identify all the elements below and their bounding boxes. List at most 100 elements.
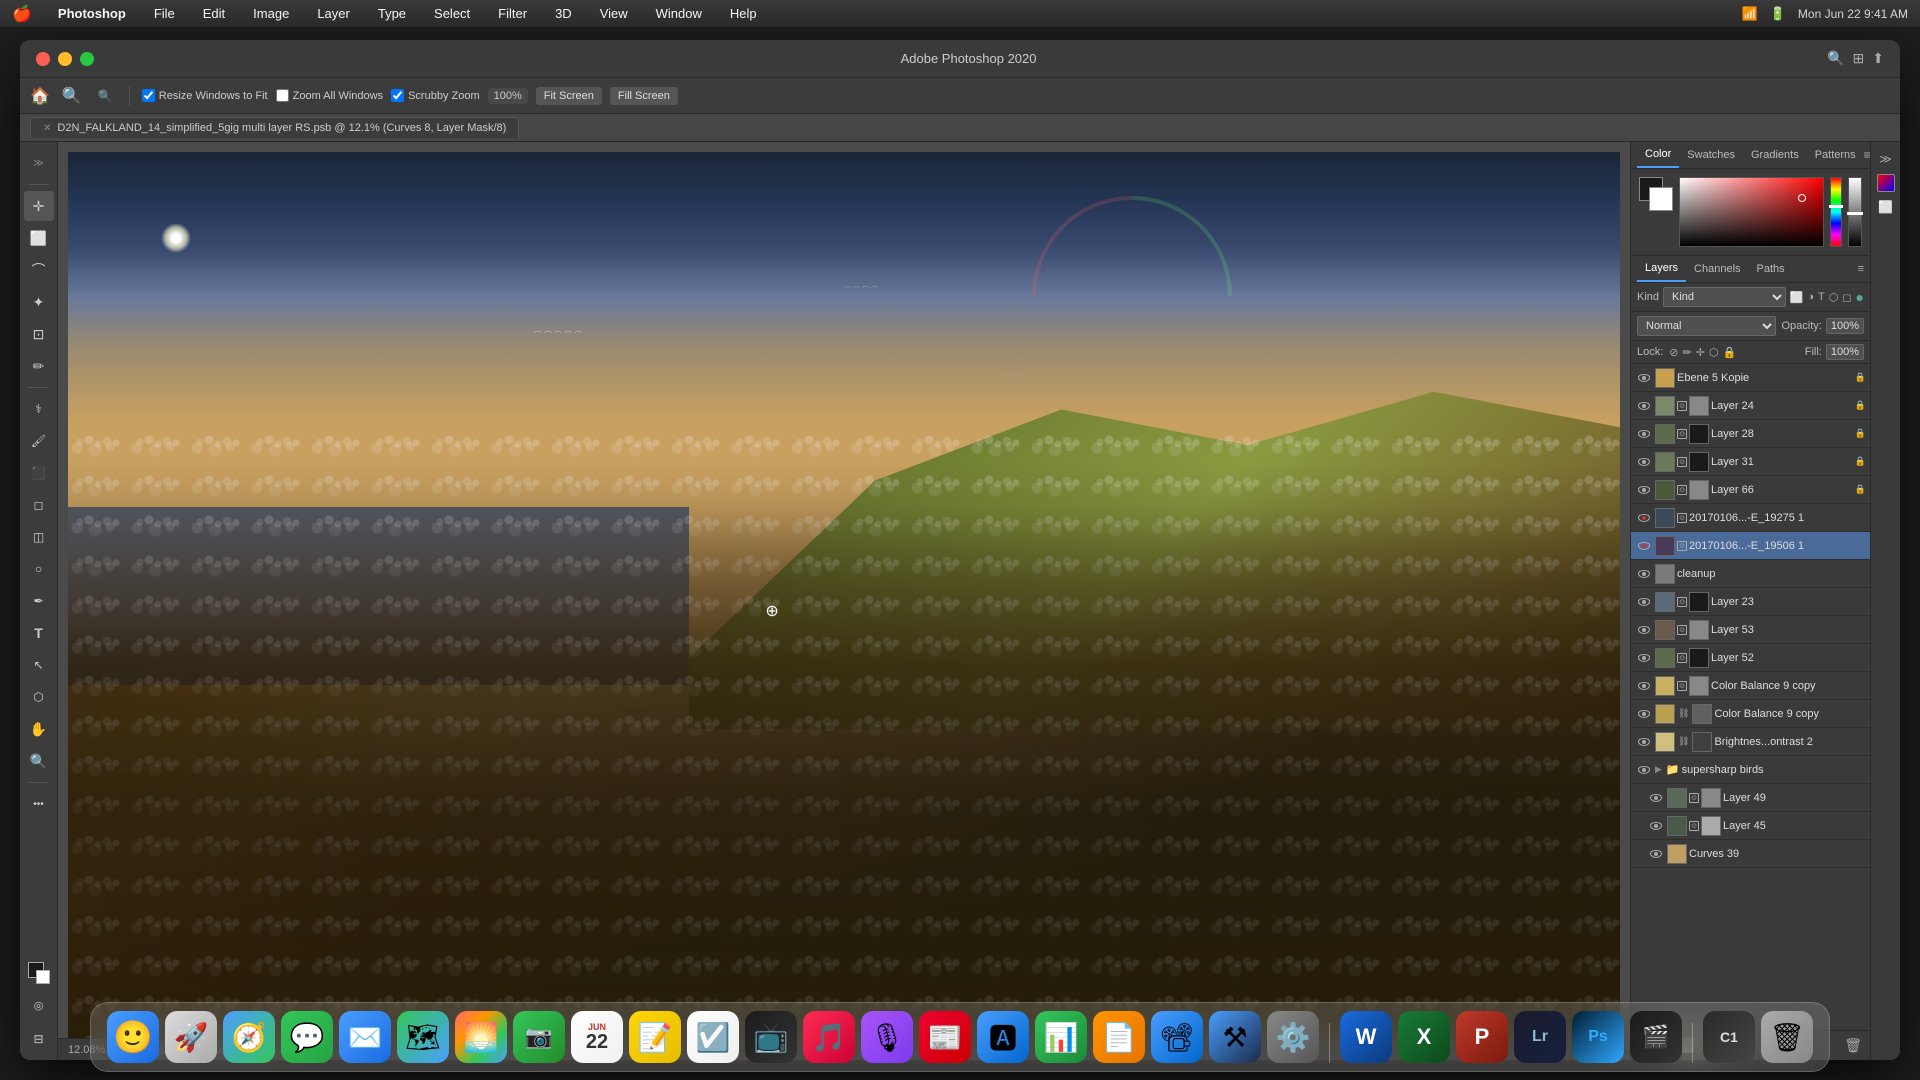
color-panel-icon[interactable] bbox=[1877, 174, 1895, 192]
menu-window[interactable]: Window bbox=[650, 6, 708, 21]
dock-podcasts[interactable]: 🎙 bbox=[861, 1011, 913, 1063]
hue-slider[interactable] bbox=[1830, 177, 1842, 247]
tool-eyedropper[interactable]: ✏ bbox=[24, 351, 54, 381]
tool-gradient[interactable]: ◫ bbox=[24, 522, 54, 552]
dock-reminders[interactable]: ☑️ bbox=[687, 1011, 739, 1063]
zoom-out-icon[interactable]: 🔍 bbox=[94, 87, 117, 105]
layer-item[interactable]: Ebene 5 Kopie 🔒 bbox=[1631, 364, 1870, 392]
layer-visibility-toggle[interactable] bbox=[1647, 845, 1665, 863]
filter-kind-select[interactable]: Kind bbox=[1663, 287, 1786, 307]
scrubby-zoom-checkbox[interactable] bbox=[391, 89, 404, 102]
dock-pages[interactable]: 📄 bbox=[1093, 1011, 1145, 1063]
opacity-value[interactable]: 100% bbox=[1826, 318, 1864, 334]
resize-windows-checkbox[interactable] bbox=[142, 89, 155, 102]
resize-windows-check[interactable]: Resize Windows to Fit bbox=[142, 89, 268, 102]
layer-visibility-toggle[interactable] bbox=[1647, 817, 1665, 835]
layer-item[interactable]: ⊙ Layer 24 🔒 bbox=[1631, 392, 1870, 420]
dock-xcode[interactable]: ⚒ bbox=[1209, 1011, 1261, 1063]
lock-paint-icon[interactable]: ✏ bbox=[1683, 346, 1692, 359]
dock-safari[interactable]: 🧭 bbox=[223, 1011, 275, 1063]
dock-word[interactable]: W bbox=[1340, 1011, 1392, 1063]
tool-crop[interactable]: ⊡ bbox=[24, 319, 54, 349]
dock-fcpx[interactable]: 🎬 bbox=[1630, 1011, 1682, 1063]
layer-visibility-toggle[interactable] bbox=[1635, 509, 1653, 527]
dock-lightroom[interactable]: Lr bbox=[1514, 1011, 1566, 1063]
menu-select[interactable]: Select bbox=[428, 6, 476, 21]
tab-patterns[interactable]: Patterns bbox=[1807, 143, 1864, 167]
dock-photoshop[interactable]: Ps bbox=[1572, 1011, 1624, 1063]
search-icon[interactable]: 🔍 bbox=[1827, 50, 1844, 67]
close-button[interactable] bbox=[36, 52, 50, 66]
layer-item[interactable]: ⊙ Layer 31 🔒 bbox=[1631, 448, 1870, 476]
layer-item[interactable]: ⊙ Color Balance 9 copy bbox=[1631, 672, 1870, 700]
lock-move-icon[interactable]: ✛ bbox=[1696, 346, 1705, 359]
menu-layer[interactable]: Layer bbox=[311, 6, 356, 21]
lock-transparent-icon[interactable]: ⊘ bbox=[1669, 346, 1678, 359]
view-icon[interactable]: ⊞ bbox=[1853, 50, 1865, 67]
layer-item[interactable]: ⊙ Layer 28 🔒 bbox=[1631, 420, 1870, 448]
menu-help[interactable]: Help bbox=[724, 6, 763, 21]
share-icon[interactable]: ⬆ bbox=[1872, 50, 1884, 67]
tool-collapse[interactable]: ≫ bbox=[24, 148, 54, 178]
layer-visibility-toggle[interactable] bbox=[1635, 733, 1653, 751]
color-picker-gradient[interactable] bbox=[1679, 177, 1824, 247]
dock-maps[interactable]: 🗺 bbox=[397, 1011, 449, 1063]
tab-color[interactable]: Color bbox=[1637, 142, 1679, 168]
dock-news[interactable]: 📰 bbox=[919, 1011, 971, 1063]
dock-keynote[interactable]: 📽 bbox=[1151, 1011, 1203, 1063]
tool-quick-mask[interactable]: ◎ bbox=[24, 990, 54, 1020]
dock-appstore[interactable]: 🅰 bbox=[977, 1011, 1029, 1063]
layer-visibility-toggle[interactable] bbox=[1635, 705, 1653, 723]
tool-eraser[interactable]: ◻ bbox=[24, 490, 54, 520]
document-tab-close-icon[interactable]: ✕ bbox=[43, 123, 51, 134]
layer-item[interactable]: ⊙ Layer 53 bbox=[1631, 616, 1870, 644]
fill-screen-button[interactable]: Fill Screen bbox=[610, 87, 678, 105]
apple-menu[interactable]: 🍎 bbox=[12, 4, 32, 24]
maximize-button[interactable] bbox=[80, 52, 94, 66]
layer-visibility-toggle[interactable] bbox=[1647, 789, 1665, 807]
tab-swatches[interactable]: Swatches bbox=[1679, 143, 1743, 167]
panel-toggle-icon[interactable]: ≫ bbox=[1875, 148, 1897, 170]
layer-visibility-toggle[interactable] bbox=[1635, 537, 1653, 555]
layer-visibility-toggle[interactable] bbox=[1635, 369, 1653, 387]
delete-layer-icon[interactable]: 🗑 bbox=[1844, 1037, 1862, 1054]
layer-item[interactable]: ⛓ Brightnes...ontrast 2 bbox=[1631, 728, 1870, 756]
menu-file[interactable]: File bbox=[148, 6, 181, 21]
dock-calendar[interactable]: JUN 22 bbox=[571, 1011, 623, 1063]
home-icon[interactable]: 🏠 bbox=[30, 86, 50, 106]
layer-visibility-toggle[interactable] bbox=[1635, 397, 1653, 415]
tab-layers[interactable]: Layers bbox=[1637, 256, 1686, 282]
dock-trash[interactable]: 🗑 bbox=[1761, 1011, 1813, 1063]
minimize-button[interactable] bbox=[58, 52, 72, 66]
tool-extra[interactable]: ••• bbox=[24, 789, 54, 819]
menu-photoshop[interactable]: Photoshop bbox=[52, 6, 132, 21]
menu-type[interactable]: Type bbox=[372, 6, 412, 21]
tool-lasso[interactable]: ⌒ bbox=[24, 255, 54, 285]
tab-gradients[interactable]: Gradients bbox=[1743, 143, 1807, 167]
filter-shape-icon[interactable]: ⬡ bbox=[1829, 291, 1839, 304]
background-color[interactable] bbox=[1649, 187, 1673, 211]
dock-mail[interactable]: ✉️ bbox=[339, 1011, 391, 1063]
menu-view[interactable]: View bbox=[594, 6, 634, 21]
layer-visibility-toggle[interactable] bbox=[1635, 425, 1653, 443]
filter-adj-icon[interactable]: ◑ bbox=[1807, 291, 1814, 303]
tab-channels[interactable]: Channels bbox=[1686, 257, 1748, 281]
menu-3d[interactable]: 3D bbox=[549, 6, 578, 21]
layer-item[interactable]: ⛓ Color Balance 9 copy bbox=[1631, 700, 1870, 728]
tool-screen-mode[interactable]: ⊟ bbox=[24, 1024, 54, 1054]
layer-group-item[interactable]: ▶ 📁 supersharp birds bbox=[1631, 756, 1870, 784]
layers-panel-menu-icon[interactable]: ≡ bbox=[1858, 263, 1864, 275]
document-tab[interactable]: ✕ D2N_FALKLAND_14_simplified_5gig multi … bbox=[30, 117, 519, 138]
layer-visibility-toggle[interactable] bbox=[1635, 761, 1653, 779]
tool-shape[interactable]: ⬡ bbox=[24, 682, 54, 712]
layer-item[interactable]: ⊙ Layer 45 bbox=[1631, 812, 1870, 840]
dock-music[interactable]: 🎵 bbox=[803, 1011, 855, 1063]
dock-facetime[interactable]: 📷 bbox=[513, 1011, 565, 1063]
layer-visibility-toggle[interactable] bbox=[1635, 453, 1653, 471]
layers-panel-icon[interactable]: ⬜ bbox=[1875, 196, 1897, 218]
layer-item[interactable]: Curves 39 bbox=[1631, 840, 1870, 868]
layer-item[interactable]: ⊙ Layer 23 bbox=[1631, 588, 1870, 616]
tool-path-select[interactable]: ↖ bbox=[24, 650, 54, 680]
dock-appletv[interactable]: 📺 bbox=[745, 1011, 797, 1063]
fill-value[interactable]: 100% bbox=[1826, 344, 1864, 360]
